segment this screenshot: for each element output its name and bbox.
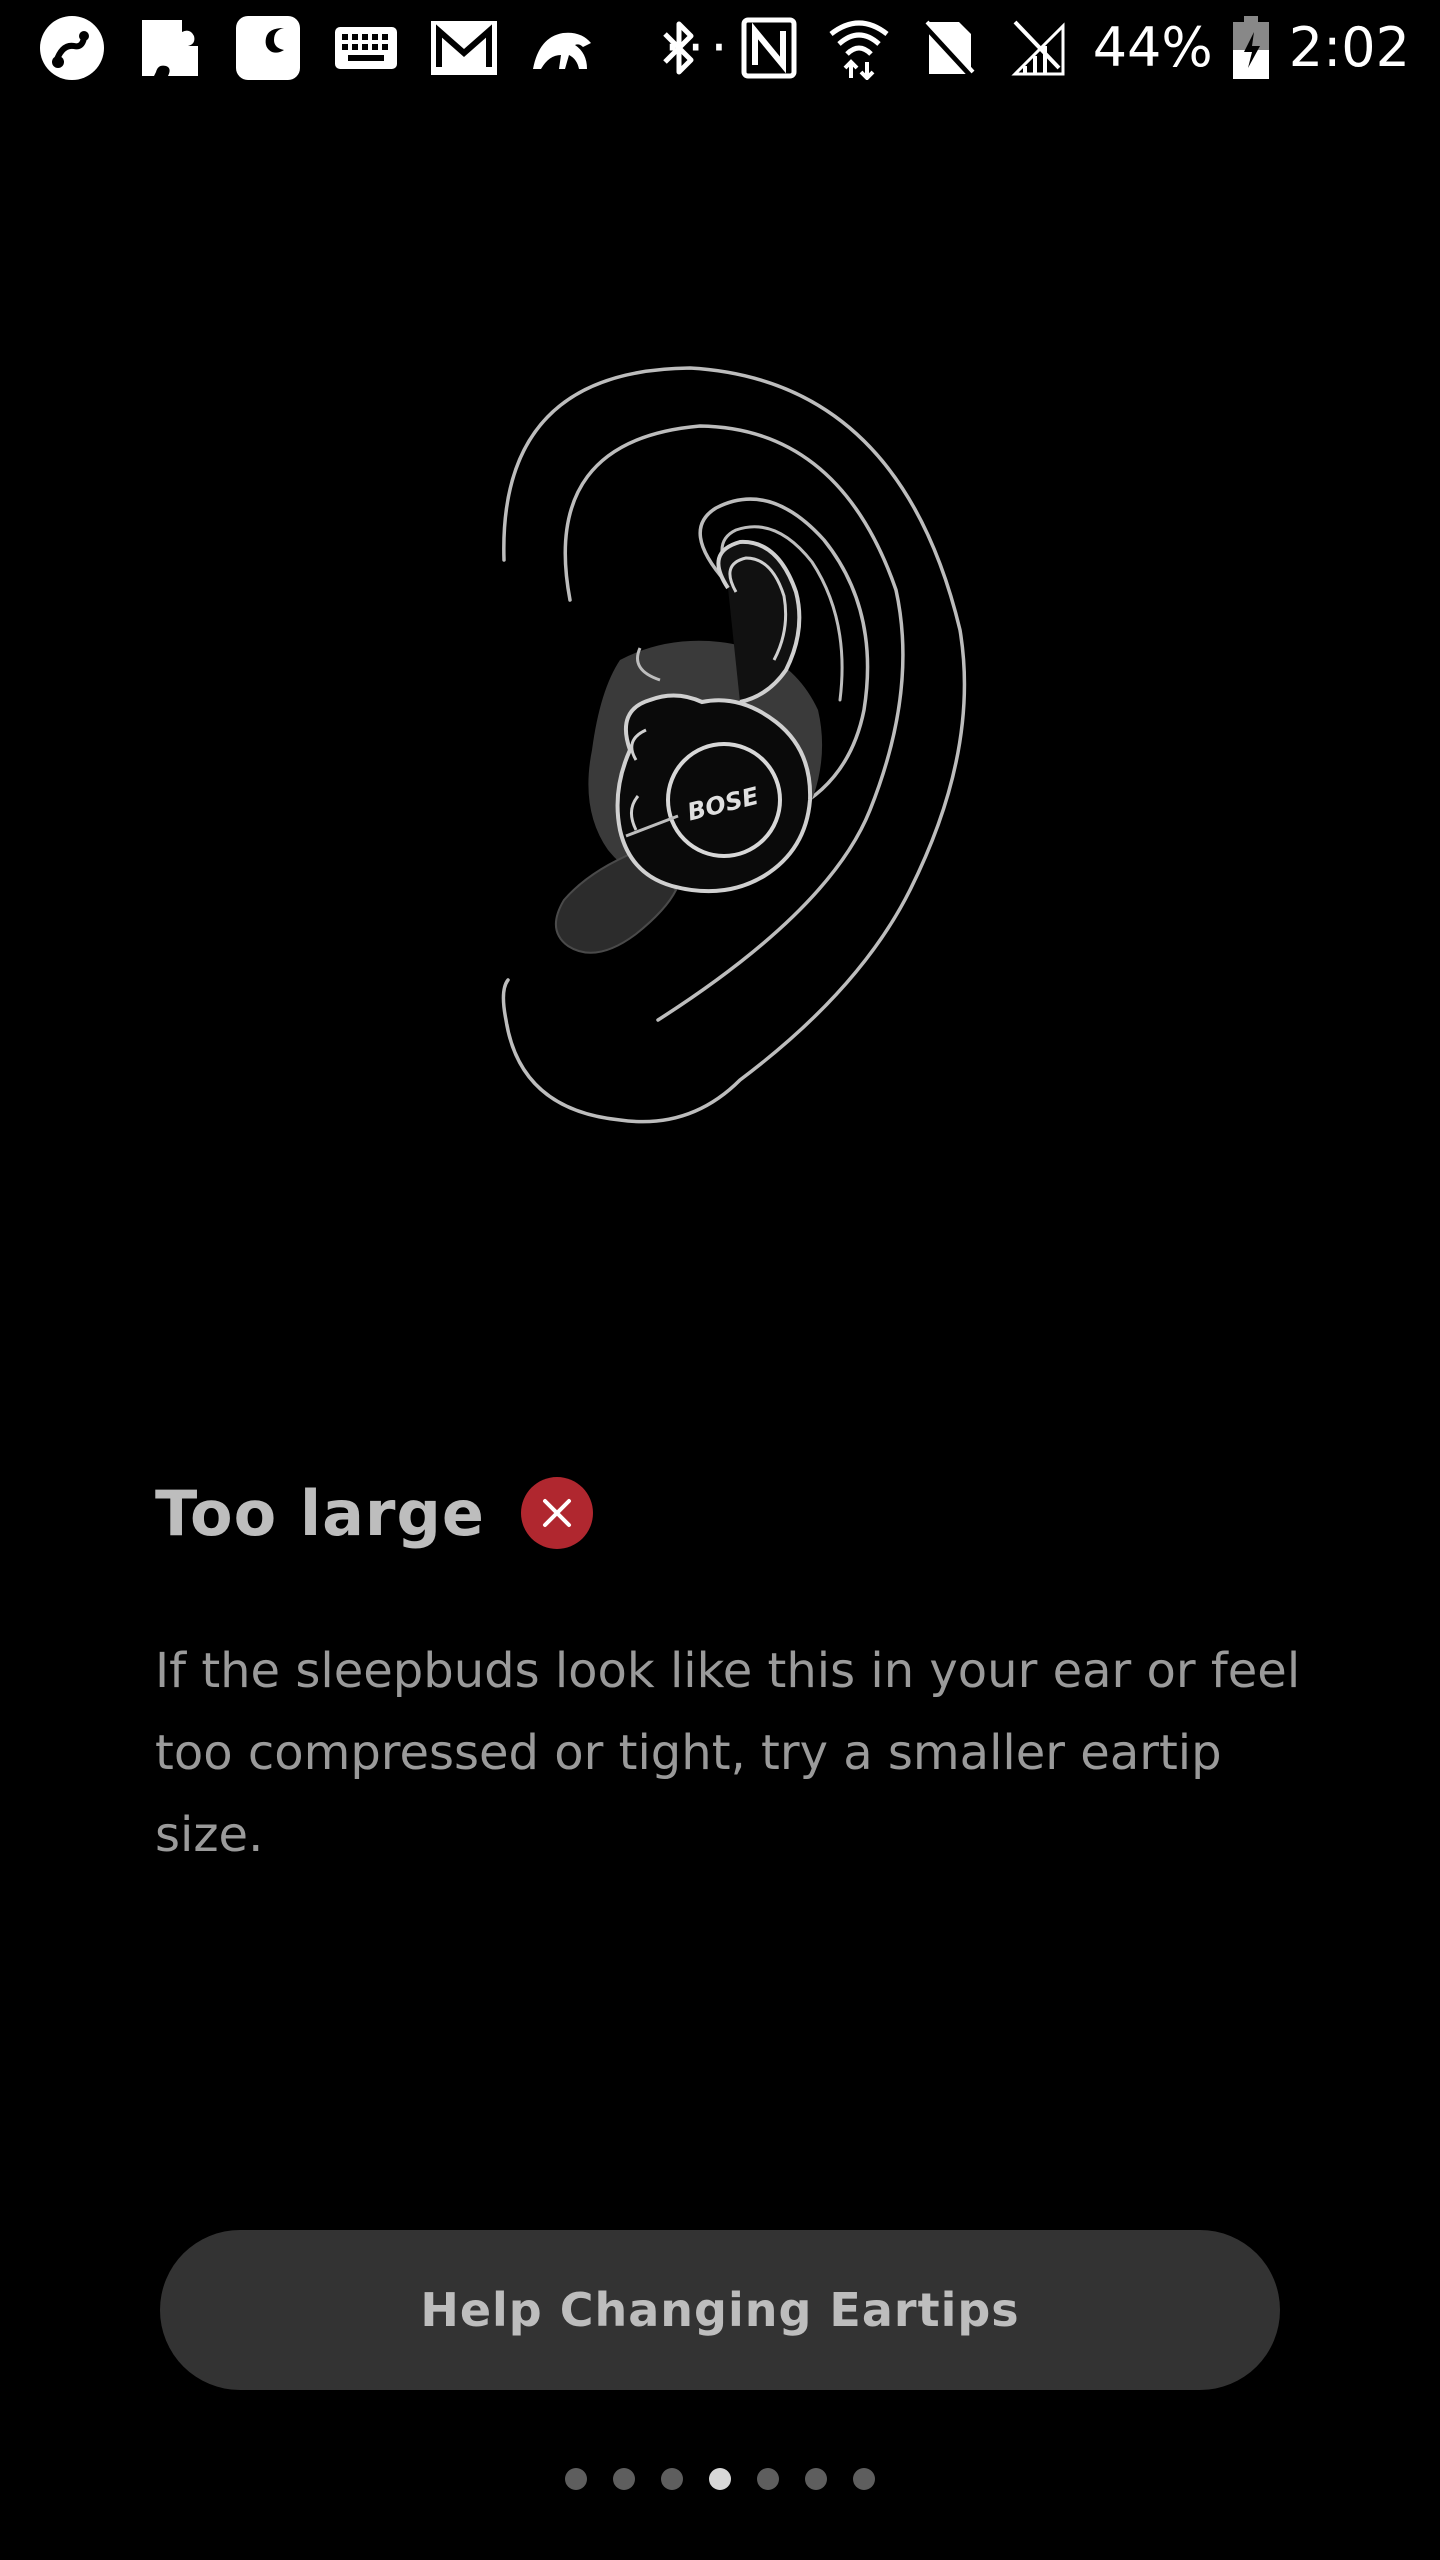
- keyboard-icon: [330, 12, 402, 84]
- puzzle-icon: [134, 12, 206, 84]
- battery-icon: [1231, 12, 1271, 84]
- page-dot[interactable]: [757, 2468, 779, 2490]
- system-status-icons: 44% 2:02: [643, 12, 1410, 84]
- ear-fit-illustration: BOSE: [440, 330, 1000, 1150]
- wifi-icon: [823, 12, 895, 84]
- help-changing-eartips-button[interactable]: Help Changing Eartips: [160, 2230, 1280, 2390]
- page-dot[interactable]: [853, 2468, 875, 2490]
- fit-result-title: Too large: [155, 1476, 485, 1550]
- podcast-app-icon: [36, 12, 108, 84]
- gmail-icon: [428, 12, 500, 84]
- page-dot[interactable]: [661, 2468, 683, 2490]
- battery-percent: 44%: [1092, 16, 1213, 79]
- no-sim-icon: [913, 12, 985, 84]
- close-icon: [520, 1477, 593, 1549]
- bird-icon: [526, 12, 598, 84]
- page-dot[interactable]: [565, 2468, 587, 2490]
- fit-result-header: Too large: [155, 1468, 593, 1558]
- page-dot[interactable]: [805, 2468, 827, 2490]
- status-bar: ··· 44% 2:02: [0, 0, 1440, 100]
- page-dot[interactable]: [613, 2468, 635, 2490]
- page-indicator: [0, 2464, 1440, 2494]
- page-dot[interactable]: [709, 2468, 731, 2490]
- bluetooth-icon: [643, 12, 715, 84]
- moon-icon: [232, 12, 304, 84]
- nfc-icon: [733, 12, 805, 84]
- signal-icon: [1003, 12, 1075, 84]
- fit-result-description: If the sleepbuds look like this in your …: [155, 1643, 1301, 1863]
- clock: 2:02: [1288, 16, 1410, 79]
